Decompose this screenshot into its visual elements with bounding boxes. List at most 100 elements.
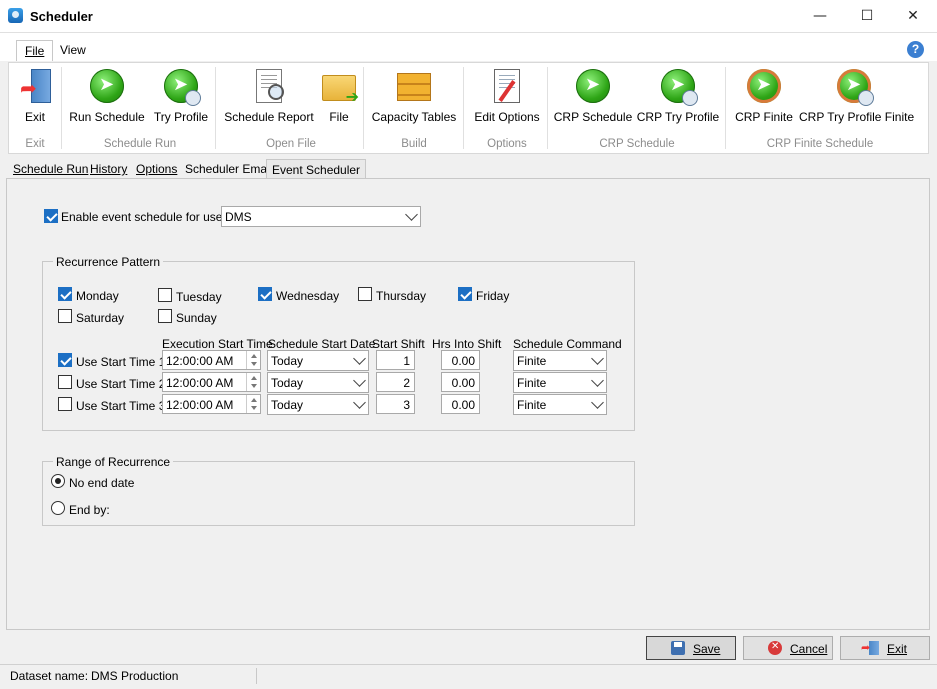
saturday-checkbox[interactable] bbox=[58, 309, 72, 323]
edit-document-icon bbox=[494, 69, 520, 103]
cancel-label: Cancel bbox=[790, 642, 828, 656]
menu-tab-file[interactable]: File bbox=[16, 40, 54, 61]
tab-history[interactable]: History bbox=[85, 159, 132, 179]
group-label-options: Options bbox=[487, 138, 527, 150]
edit-options-label: Edit Options bbox=[474, 110, 540, 124]
start-time-1-value: 12:00:00 AM bbox=[166, 354, 234, 368]
tab-scheduler-email[interactable]: Scheduler Email bbox=[180, 159, 277, 179]
exit-button[interactable]: Exit bbox=[840, 636, 930, 660]
save-button[interactable]: Save bbox=[646, 636, 736, 660]
saturday-label: Saturday bbox=[76, 311, 125, 325]
file-button[interactable]: File bbox=[317, 65, 361, 131]
try-profile-button[interactable]: Try Profile bbox=[149, 65, 213, 131]
enable-event-checkbox[interactable] bbox=[44, 209, 58, 223]
use-start-time-3-checkbox[interactable] bbox=[58, 397, 72, 411]
start-date-2-select[interactable]: Today bbox=[267, 372, 369, 393]
hrs-into-shift-3-input[interactable]: 0.00 bbox=[441, 394, 480, 414]
ribbon-separator bbox=[547, 67, 548, 149]
end-by-radio[interactable] bbox=[51, 501, 65, 515]
schedule-command-1-value: Finite bbox=[517, 354, 547, 368]
schedule-command-2-select[interactable]: Finite bbox=[513, 372, 607, 393]
hrs-into-shift-1-input[interactable]: 0.00 bbox=[441, 350, 480, 370]
save-label: Save bbox=[693, 642, 721, 656]
group-label-build: Build bbox=[401, 138, 427, 150]
tab-options[interactable]: Options bbox=[131, 159, 182, 179]
ribbon-separator bbox=[725, 67, 726, 149]
monday-checkbox[interactable] bbox=[58, 287, 72, 301]
col-schedule-command: Schedule Command bbox=[513, 337, 622, 351]
start-time-2-input[interactable]: 12:00:00 AM bbox=[162, 372, 261, 392]
no-end-date-radio[interactable] bbox=[51, 474, 65, 488]
spin-arrows-icon[interactable] bbox=[246, 395, 260, 413]
user-select[interactable]: DMS bbox=[221, 206, 421, 227]
close-button[interactable]: ✕ bbox=[890, 0, 936, 32]
use-start-time-1-label: Use Start Time 1 bbox=[76, 355, 166, 369]
start-date-3-value: Today bbox=[271, 398, 304, 412]
help-icon[interactable]: ? bbox=[907, 41, 924, 58]
minimize-button[interactable]: — bbox=[797, 0, 843, 32]
crp-try-profile-finite-label: CRP Try Profile Finite bbox=[799, 110, 915, 124]
start-time-2-value: 12:00:00 AM bbox=[166, 376, 234, 390]
spin-arrows-icon[interactable] bbox=[246, 373, 260, 391]
menu-tab-view[interactable]: View bbox=[52, 40, 94, 61]
tab-event-scheduler[interactable]: Event Scheduler bbox=[266, 159, 367, 179]
crp-try-profile-button[interactable]: CRP Try Profile bbox=[635, 65, 721, 131]
thursday-label: Thursday bbox=[376, 289, 427, 303]
chevron-down-icon bbox=[591, 374, 604, 387]
hrs-into-shift-2-input[interactable]: 0.00 bbox=[441, 372, 480, 392]
cancel-button[interactable]: Cancel bbox=[743, 636, 833, 660]
tuesday-checkbox[interactable] bbox=[158, 288, 172, 302]
schedule-command-3-value: Finite bbox=[517, 398, 547, 412]
start-shift-3-input[interactable]: 3 bbox=[376, 394, 415, 414]
schedule-report-button[interactable]: Schedule Report bbox=[221, 65, 317, 131]
friday-checkbox[interactable] bbox=[458, 287, 472, 301]
sunday-checkbox[interactable] bbox=[158, 309, 172, 323]
exit-ribbon-button[interactable]: Exit bbox=[13, 65, 57, 131]
crp-finite-icon bbox=[747, 69, 781, 103]
wednesday-label: Wednesday bbox=[276, 289, 340, 303]
crp-finite-button[interactable]: CRP Finite bbox=[731, 65, 797, 131]
tab-schedule-run[interactable]: Schedule Run bbox=[8, 159, 93, 179]
edit-options-button[interactable]: Edit Options bbox=[469, 65, 545, 131]
wednesday-checkbox[interactable] bbox=[258, 287, 272, 301]
start-time-1-input[interactable]: 12:00:00 AM bbox=[162, 350, 261, 370]
group-label-crp-schedule: CRP Schedule bbox=[599, 138, 675, 150]
crp-try-profile-finite-button[interactable]: CRP Try Profile Finite bbox=[799, 65, 915, 131]
maximize-button[interactable]: ☐ bbox=[844, 0, 890, 32]
start-shift-2-input[interactable]: 2 bbox=[376, 372, 415, 392]
start-date-1-value: Today bbox=[271, 354, 304, 368]
schedule-command-2-value: Finite bbox=[517, 376, 547, 390]
start-time-3-input[interactable]: 12:00:00 AM bbox=[162, 394, 261, 414]
tuesday-label: Tuesday bbox=[176, 290, 222, 304]
run-schedule-button[interactable]: Run Schedule bbox=[67, 65, 147, 131]
schedule-report-icon bbox=[256, 69, 284, 103]
chevron-down-icon bbox=[591, 352, 604, 365]
crp-schedule-label: CRP Schedule bbox=[553, 110, 633, 124]
schedule-command-1-select[interactable]: Finite bbox=[513, 350, 607, 371]
use-start-time-2-label: Use Start Time 2 bbox=[76, 377, 166, 391]
spin-arrows-icon[interactable] bbox=[246, 351, 260, 369]
friday-label: Friday bbox=[476, 289, 510, 303]
range-of-recurrence-title: Range of Recurrence bbox=[53, 455, 174, 469]
start-date-3-select[interactable]: Today bbox=[267, 394, 369, 415]
use-start-time-1-checkbox[interactable] bbox=[58, 353, 72, 367]
use-start-time-3-label: Use Start Time 3 bbox=[76, 399, 166, 413]
start-date-1-select[interactable]: Today bbox=[267, 350, 369, 371]
schedule-command-3-select[interactable]: Finite bbox=[513, 394, 607, 415]
start-date-2-value: Today bbox=[271, 376, 304, 390]
menu-bar bbox=[0, 33, 937, 61]
chevron-down-icon bbox=[591, 396, 604, 409]
try-profile-label: Try Profile bbox=[153, 110, 209, 124]
crp-schedule-button[interactable]: CRP Schedule bbox=[553, 65, 633, 131]
capacity-tables-label: Capacity Tables bbox=[371, 110, 457, 124]
start-shift-1-input[interactable]: 1 bbox=[376, 350, 415, 370]
capacity-tables-button[interactable]: Capacity Tables bbox=[369, 65, 459, 131]
no-end-date-label: No end date bbox=[69, 476, 135, 490]
col-execution-start-time: Execution Start Time bbox=[162, 337, 273, 351]
folder-icon bbox=[322, 75, 359, 106]
thursday-checkbox[interactable] bbox=[358, 287, 372, 301]
recurrence-pattern-title: Recurrence Pattern bbox=[53, 255, 164, 269]
use-start-time-2-checkbox[interactable] bbox=[58, 375, 72, 389]
chevron-down-icon bbox=[405, 208, 418, 221]
group-label-open-file: Open File bbox=[266, 138, 316, 150]
